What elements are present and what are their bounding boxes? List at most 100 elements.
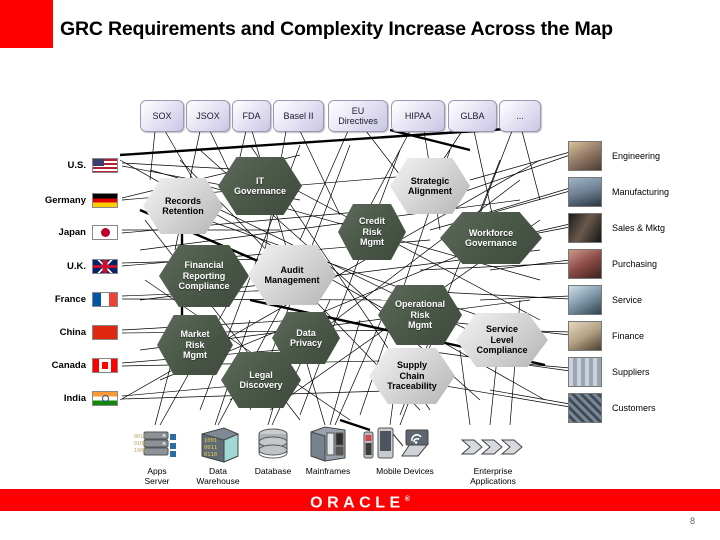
svg-text:1001: 1001 — [204, 438, 217, 444]
server-icon: 0011 0101 1001 — [128, 420, 186, 464]
flag-icon-france — [92, 291, 118, 307]
hexagon-label: Credit Risk Mgmt — [358, 216, 385, 248]
hexagon-label: Data Privacy — [289, 327, 323, 349]
svg-text:0101: 0101 — [134, 441, 146, 447]
infra-label: Enterprise Applications — [470, 466, 516, 486]
function-row-service[interactable]: Service — [568, 285, 642, 315]
hexagon-label: Service Level Compliance — [476, 324, 528, 356]
function-row-purchasing[interactable]: Purchasing — [568, 249, 657, 279]
photo-engineering — [568, 141, 602, 171]
svg-text:0011: 0011 — [134, 434, 146, 440]
regulation-label: FDA — [242, 111, 261, 121]
infra-mobile-devices[interactable]: Mobile Devices — [360, 420, 450, 476]
mainframe-icon — [297, 420, 359, 464]
regulation-label: GLBA — [460, 111, 485, 121]
function-row-customers[interactable]: Customers — [568, 393, 656, 423]
function-label: Service — [612, 295, 643, 305]
function-label: Sales & Mktg — [612, 223, 666, 233]
function-row-engineering[interactable]: Engineering — [568, 141, 660, 171]
infra-data-warehouse[interactable]: 1001 0011 0110 Data Warehouse — [186, 420, 250, 486]
country-row-uk[interactable]: U.K. — [14, 258, 118, 274]
function-row-manufacturing[interactable]: Manufacturing — [568, 177, 669, 207]
infra-label: Apps Server — [144, 466, 170, 486]
regulation-label: HIPAA — [404, 111, 432, 121]
country-label: France — [54, 293, 86, 305]
regulation-box[interactable]: EU Directives — [328, 100, 388, 132]
chevrons-icon — [452, 420, 534, 464]
country-row-france[interactable]: France — [14, 291, 118, 307]
photo-sales-mktg — [568, 213, 602, 243]
regulation-box[interactable]: JSOX — [186, 100, 230, 132]
regulation-label: JSOX — [196, 111, 220, 121]
regulation-label: SOX — [152, 111, 172, 121]
hexagon-label: Supply Chain Traceability — [387, 360, 437, 392]
flag-icon-uk — [92, 258, 118, 274]
hexagon-label: Financial Reporting Compliance — [178, 260, 230, 292]
photo-finance — [568, 321, 602, 351]
infra-label: Database — [254, 466, 292, 476]
hexagon-label: Legal Discovery — [239, 369, 283, 391]
flag-icon-japan — [92, 224, 118, 240]
photo-manufacturing — [568, 177, 602, 207]
country-row-germany[interactable]: Germany — [14, 192, 118, 208]
data-cube-icon: 1001 0011 0110 — [186, 420, 250, 464]
mobile-icon — [360, 420, 450, 464]
infra-mainframes[interactable]: Mainframes — [297, 420, 359, 476]
country-row-japan[interactable]: Japan — [14, 224, 118, 240]
regulation-box[interactable]: SOX — [140, 100, 184, 132]
photo-customers — [568, 393, 602, 423]
country-label: Canada — [51, 359, 86, 371]
regulation-box[interactable]: FDA — [232, 100, 271, 132]
function-label: Manufacturing — [612, 187, 670, 197]
flag-icon-india — [92, 390, 118, 406]
svg-text:1001: 1001 — [134, 448, 146, 454]
hexagon-label: Workforce Governance — [464, 227, 518, 249]
regulation-box[interactable]: GLBA — [448, 100, 497, 132]
infra-label: Mobile Devices — [376, 466, 434, 476]
country-label: U.S. — [67, 159, 86, 171]
hexagon-label: Strategic Alignment — [408, 175, 452, 197]
country-row-china[interactable]: China — [14, 324, 118, 340]
database-icon — [245, 420, 301, 464]
flag-icon-china — [92, 324, 118, 340]
regulation-box[interactable]: ... — [499, 100, 541, 132]
flag-icon-us — [92, 157, 118, 173]
flag-icon-germany — [92, 192, 118, 208]
function-row-suppliers[interactable]: Suppliers — [568, 357, 650, 387]
infra-label: Data Warehouse — [196, 466, 240, 486]
function-label: Engineering — [612, 151, 661, 161]
photo-purchasing — [568, 249, 602, 279]
hexagon-label: Market Risk Mgmt — [180, 329, 210, 361]
infra-enterprise-applications[interactable]: Enterprise Applications — [452, 420, 534, 486]
flag-icon-canada — [92, 357, 118, 373]
country-label: China — [59, 326, 86, 338]
function-label: Finance — [612, 331, 645, 341]
function-label: Purchasing — [612, 259, 658, 269]
regulation-label: EU Directives — [338, 106, 378, 126]
slide-canvas: GRC Requirements and Complexity Increase… — [0, 0, 720, 540]
country-row-us[interactable]: U.S. — [14, 157, 118, 173]
regulation-box[interactable]: Basel II — [273, 100, 324, 132]
svg-text:0110: 0110 — [204, 452, 217, 458]
hexagon-label: Records Retention — [162, 195, 204, 217]
hexagon-label: IT Governance — [233, 175, 287, 197]
hexagon-label: Audit Management — [264, 264, 320, 286]
infra-database[interactable]: Database — [245, 420, 301, 476]
infra-label: Mainframes — [305, 466, 351, 476]
svg-text:0011: 0011 — [204, 445, 217, 451]
function-row-sales-mktg[interactable]: Sales & Mktg — [568, 213, 665, 243]
photo-service — [568, 285, 602, 315]
photo-suppliers — [568, 357, 602, 387]
regulation-box[interactable]: HIPAA — [391, 100, 445, 132]
country-label: India — [63, 392, 86, 404]
country-row-india[interactable]: India — [14, 390, 118, 406]
country-row-canada[interactable]: Canada — [14, 357, 118, 373]
infra-apps-server[interactable]: 0011 0101 1001 Apps Server — [128, 420, 186, 486]
function-row-finance[interactable]: Finance — [568, 321, 644, 351]
regulation-label: ... — [516, 111, 524, 121]
hexagon-label: Operational Risk Mgmt — [394, 299, 445, 331]
function-label: Customers — [612, 403, 656, 413]
function-label: Suppliers — [612, 367, 650, 377]
regulation-label: Basel II — [283, 111, 314, 121]
country-label: Japan — [58, 226, 86, 238]
